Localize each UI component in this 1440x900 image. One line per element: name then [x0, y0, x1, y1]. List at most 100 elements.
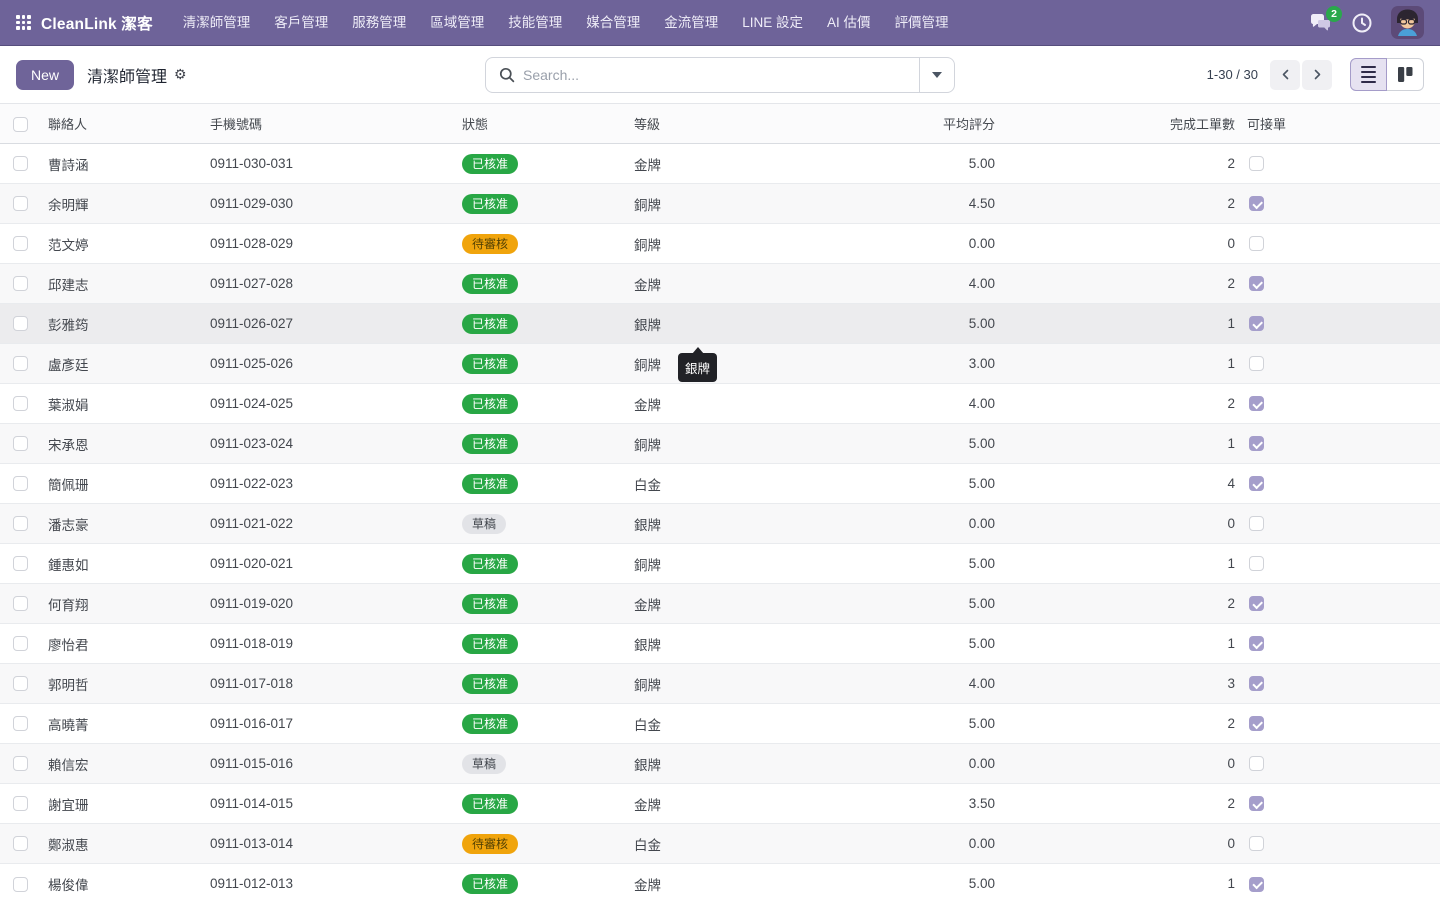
nav-item-line[interactable]: LINE 設定	[730, 0, 815, 46]
pager-next-button[interactable]	[1302, 60, 1332, 90]
available-checkbox[interactable]	[1249, 396, 1264, 411]
brand-name[interactable]: CleanLink 潔客	[41, 12, 153, 34]
nav-item-matching[interactable]: 媒合管理	[574, 0, 652, 46]
pager-previous-button[interactable]	[1270, 60, 1300, 90]
available-checkbox[interactable]	[1249, 236, 1264, 251]
table-row[interactable]: 郭明哲 0911-017-018 已核准 銅牌 4.00 3	[0, 664, 1440, 704]
contact-name-cell: 賴信宏	[40, 744, 204, 784]
available-checkbox[interactable]	[1249, 476, 1264, 491]
user-avatar[interactable]	[1391, 6, 1424, 39]
table-row[interactable]: 范文婷 0911-028-029 待審核 銅牌 0.00 0	[0, 224, 1440, 264]
rating-cell: 4.00	[936, 264, 1001, 304]
table-row[interactable]: 鍾惠如 0911-020-021 已核准 銅牌 5.00 1	[0, 544, 1440, 584]
done-count-cell: 4	[1001, 464, 1241, 504]
nav-item-customers[interactable]: 客戶管理	[262, 0, 340, 46]
contact-name-cell: 鄭淑惠	[40, 824, 204, 864]
available-checkbox[interactable]	[1249, 556, 1264, 571]
search-input[interactable]	[523, 67, 919, 83]
row-select-checkbox[interactable]	[13, 877, 28, 892]
row-select-checkbox[interactable]	[13, 356, 28, 371]
row-select-checkbox[interactable]	[13, 836, 28, 851]
done-count-cell: 2	[1001, 704, 1241, 744]
available-checkbox[interactable]	[1249, 156, 1264, 171]
apps-grid-icon[interactable]	[16, 15, 31, 30]
column-header-available[interactable]: 可接單	[1241, 104, 1296, 144]
table-row[interactable]: 潘志豪 0911-021-022 草稿 銀牌 0.00 0	[0, 504, 1440, 544]
done-count-cell: 1	[1001, 344, 1241, 384]
available-checkbox[interactable]	[1249, 676, 1264, 691]
table-row[interactable]: 賴信宏 0911-015-016 草稿 銀牌 0.00 0	[0, 744, 1440, 784]
row-select-checkbox[interactable]	[13, 716, 28, 731]
level-cell: 白金	[626, 704, 936, 744]
table-row[interactable]: 彭雅筠 0911-026-027 已核准 銀牌 5.00 1	[0, 304, 1440, 344]
nav-item-skills[interactable]: 技能管理	[496, 0, 574, 46]
column-header-level[interactable]: 等級	[626, 104, 936, 144]
available-checkbox[interactable]	[1249, 796, 1264, 811]
nav-item-services[interactable]: 服務管理	[340, 0, 418, 46]
row-select-checkbox[interactable]	[13, 436, 28, 451]
available-checkbox[interactable]	[1249, 196, 1264, 211]
column-header-done[interactable]: 完成工單數	[1001, 104, 1241, 144]
table-row[interactable]: 鄭淑惠 0911-013-014 待審核 白金 0.00 0	[0, 824, 1440, 864]
table-row[interactable]: 簡佩珊 0911-022-023 已核准 白金 5.00 4	[0, 464, 1440, 504]
row-select-checkbox[interactable]	[13, 476, 28, 491]
row-select-checkbox[interactable]	[13, 556, 28, 571]
row-select-checkbox[interactable]	[13, 516, 28, 531]
table-row[interactable]: 盧彥廷 0911-025-026 已核准 銅牌 3.00 1	[0, 344, 1440, 384]
available-checkbox[interactable]	[1249, 356, 1264, 371]
phone-cell: 0911-023-024	[204, 424, 454, 464]
status-badge: 已核准	[462, 354, 518, 374]
contact-name-cell: 余明輝	[40, 184, 204, 224]
row-select-checkbox[interactable]	[13, 396, 28, 411]
row-select-checkbox[interactable]	[13, 596, 28, 611]
table-row[interactable]: 曹詩涵 0911-030-031 已核准 金牌 5.00 2	[0, 144, 1440, 184]
new-button[interactable]: New	[16, 60, 74, 90]
nav-item-payments[interactable]: 金流管理	[652, 0, 730, 46]
table-row[interactable]: 邱建志 0911-027-028 已核准 金牌 4.00 2	[0, 264, 1440, 304]
row-select-checkbox[interactable]	[13, 636, 28, 651]
table-row[interactable]: 廖怡君 0911-018-019 已核准 銀牌 5.00 1	[0, 624, 1440, 664]
nav-item-cleaners[interactable]: 清潔師管理	[171, 0, 263, 46]
available-checkbox[interactable]	[1249, 877, 1264, 892]
list-view-button[interactable]	[1350, 58, 1387, 91]
table-row[interactable]: 謝宜珊 0911-014-015 已核准 金牌 3.50 2	[0, 784, 1440, 824]
available-checkbox[interactable]	[1249, 316, 1264, 331]
activities-button[interactable]	[1351, 12, 1373, 34]
column-header-status[interactable]: 狀態	[454, 104, 626, 144]
nav-item-ai-quote[interactable]: AI 估價	[815, 0, 883, 46]
row-select-checkbox[interactable]	[13, 156, 28, 171]
column-header-contact[interactable]: 聯絡人	[40, 104, 204, 144]
table-row[interactable]: 余明輝 0911-029-030 已核准 銅牌 4.50 2	[0, 184, 1440, 224]
search-options-button[interactable]	[920, 58, 954, 92]
row-select-checkbox[interactable]	[13, 796, 28, 811]
table-row[interactable]: 高曉菁 0911-016-017 已核准 白金 5.00 2	[0, 704, 1440, 744]
row-select-checkbox[interactable]	[13, 316, 28, 331]
kanban-view-button[interactable]	[1387, 58, 1424, 91]
available-checkbox[interactable]	[1249, 436, 1264, 451]
row-select-checkbox[interactable]	[13, 196, 28, 211]
available-checkbox[interactable]	[1249, 516, 1264, 531]
column-header-phone[interactable]: 手機號碼	[204, 104, 454, 144]
table-row[interactable]: 葉淑娟 0911-024-025 已核准 金牌 4.00 2	[0, 384, 1440, 424]
available-checkbox[interactable]	[1249, 716, 1264, 731]
status-badge: 已核准	[462, 674, 518, 694]
available-checkbox[interactable]	[1249, 596, 1264, 611]
nav-item-reviews[interactable]: 評價管理	[883, 0, 961, 46]
available-checkbox[interactable]	[1249, 636, 1264, 651]
row-select-checkbox[interactable]	[13, 756, 28, 771]
row-select-checkbox[interactable]	[13, 276, 28, 291]
table-row[interactable]: 宋承恩 0911-023-024 已核准 銅牌 5.00 1	[0, 424, 1440, 464]
row-select-checkbox[interactable]	[13, 676, 28, 691]
table-row[interactable]: 楊俊偉 0911-012-013 已核准 金牌 5.00 1	[0, 864, 1440, 900]
nav-item-regions[interactable]: 區域管理	[418, 0, 496, 46]
available-checkbox[interactable]	[1249, 276, 1264, 291]
messages-button[interactable]: 2	[1309, 13, 1333, 33]
row-select-checkbox[interactable]	[13, 236, 28, 251]
select-all-checkbox[interactable]	[13, 117, 28, 132]
column-header-rating[interactable]: 平均評分	[936, 104, 1001, 144]
available-checkbox[interactable]	[1249, 836, 1264, 851]
available-checkbox[interactable]	[1249, 756, 1264, 771]
table-row[interactable]: 何育翔 0911-019-020 已核准 金牌 5.00 2	[0, 584, 1440, 624]
gear-icon[interactable]: ⚙	[174, 66, 187, 83]
level-cell: 金牌	[626, 264, 936, 304]
